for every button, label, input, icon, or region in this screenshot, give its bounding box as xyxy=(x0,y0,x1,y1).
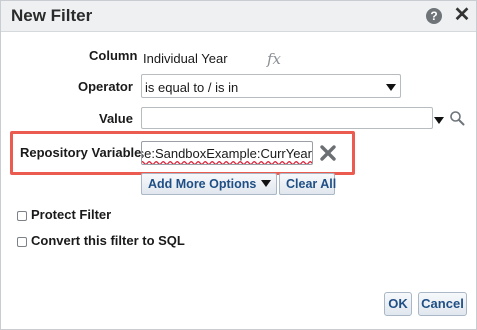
chevron-down-icon xyxy=(386,84,396,91)
cancel-button[interactable]: Cancel xyxy=(418,292,467,316)
value-input[interactable] xyxy=(141,107,433,129)
column-value: Individual Year xyxy=(143,51,228,66)
operator-label: Operator xyxy=(78,79,133,94)
column-label: Column xyxy=(89,48,138,63)
protect-filter-label: Protect Filter xyxy=(31,207,112,222)
convert-to-sql-checkbox[interactable] xyxy=(17,237,27,247)
repository-variable-label: Repository Variable xyxy=(20,145,142,160)
chevron-down-icon xyxy=(261,180,272,187)
convert-to-sql-label: Convert this filter to SQL xyxy=(31,233,185,248)
dialog-titlebar: New Filter ? ✕ xyxy=(1,1,476,32)
repository-variable-input[interactable]: pase:SandboxExample:CurrYear xyxy=(141,141,313,165)
add-more-options-button[interactable]: Add More Options xyxy=(141,173,277,195)
fx-icon[interactable]: fx xyxy=(267,50,281,68)
value-label: Value xyxy=(99,111,133,126)
search-icon[interactable] xyxy=(449,110,465,126)
protect-filter-checkbox[interactable] xyxy=(17,211,27,221)
clear-all-button[interactable]: Clear All xyxy=(279,173,336,195)
operator-selected-value: is equal to / is in xyxy=(145,80,239,95)
close-icon[interactable]: ✕ xyxy=(453,5,471,25)
help-icon[interactable]: ? xyxy=(426,8,442,24)
value-dropdown-icon[interactable] xyxy=(434,117,444,124)
ok-button[interactable]: OK xyxy=(384,292,412,316)
dialog-title: New Filter xyxy=(11,6,93,25)
remove-icon[interactable] xyxy=(319,144,337,162)
operator-select[interactable]: is equal to / is in xyxy=(141,74,401,98)
new-filter-dialog: New Filter ? ✕ Column Individual Year fx… xyxy=(0,0,477,330)
add-more-options-label: Add More Options xyxy=(148,177,257,191)
repository-variable-value: pase:SandboxExample:CurrYear xyxy=(141,146,312,161)
